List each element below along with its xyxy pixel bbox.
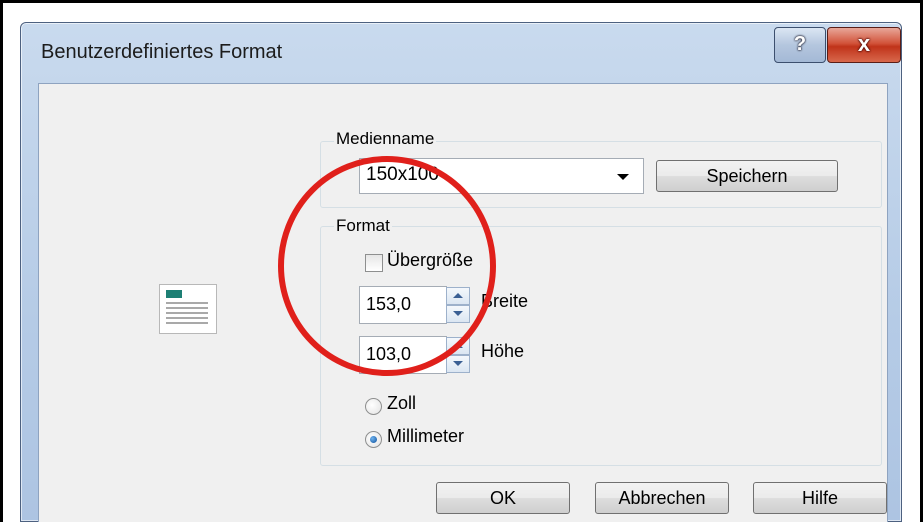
media-name-group-label: Medienname xyxy=(334,129,437,149)
highlight-circle xyxy=(278,156,496,376)
chevron-down-icon[interactable] xyxy=(617,174,629,180)
cancel-button[interactable]: Abbrechen xyxy=(595,482,729,514)
dialog-title: Benutzerdefiniertes Format xyxy=(41,41,283,63)
save-button[interactable]: Speichern xyxy=(656,160,838,192)
highlight-circle-stroke xyxy=(278,156,496,376)
unit-millimeter-label: Millimeter xyxy=(387,426,465,446)
ok-button[interactable]: OK xyxy=(436,482,570,514)
help-button[interactable]: Hilfe xyxy=(753,482,887,514)
unit-inch-radio[interactable] xyxy=(365,398,382,415)
title-bar[interactable]: Benutzerdefiniertes Format ? x xyxy=(21,23,901,79)
unit-millimeter-radio[interactable] xyxy=(365,431,382,448)
title-help-button[interactable]: ? xyxy=(774,27,826,63)
format-preview-icon xyxy=(159,284,217,334)
unit-inch-label: Zoll xyxy=(387,393,417,413)
close-button[interactable]: x xyxy=(827,27,901,63)
